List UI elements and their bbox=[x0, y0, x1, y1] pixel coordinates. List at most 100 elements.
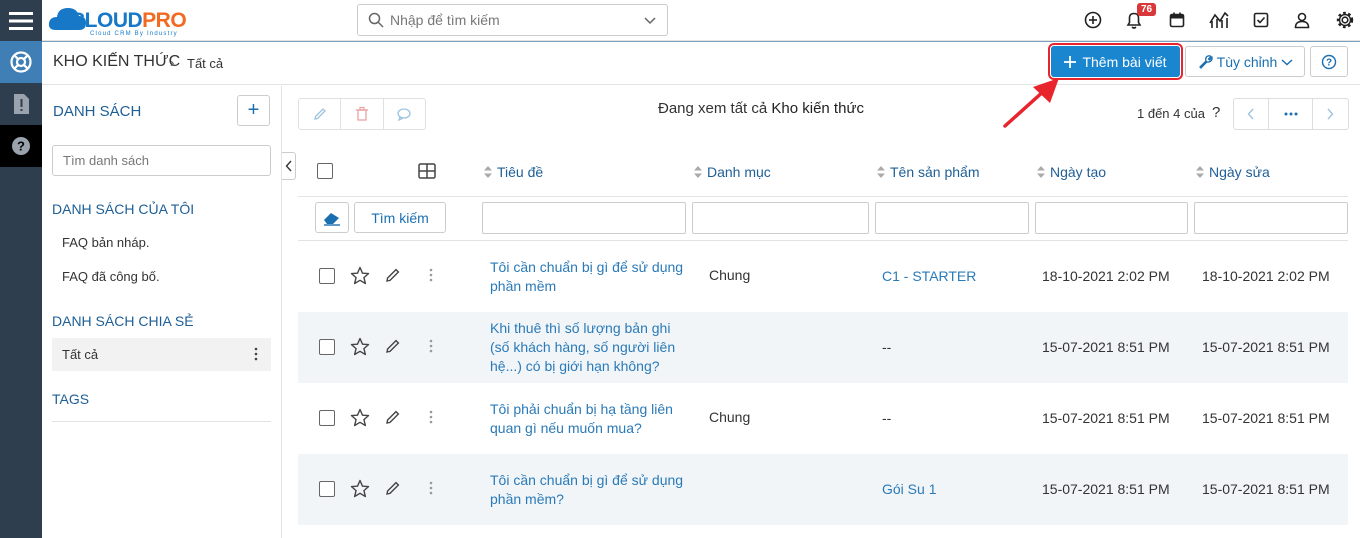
breadcrumb-separator: › bbox=[170, 55, 175, 70]
add-circle-icon[interactable] bbox=[1083, 10, 1103, 30]
global-search[interactable] bbox=[357, 4, 668, 36]
row-title-link[interactable]: Tôi cần chuẩn bị gì để sử dụng phần mềm? bbox=[490, 471, 683, 509]
report-chart-icon[interactable] bbox=[1208, 10, 1230, 30]
user-icon[interactable] bbox=[1292, 10, 1312, 30]
edit-button[interactable] bbox=[299, 99, 342, 129]
list-search-input[interactable] bbox=[52, 145, 271, 176]
table-row[interactable] bbox=[298, 454, 1348, 525]
pencil-icon bbox=[313, 108, 326, 120]
rail-documents[interactable] bbox=[0, 83, 42, 125]
column-header-created[interactable]: Ngày tạo bbox=[1037, 164, 1106, 180]
filter-modified-input[interactable] bbox=[1194, 202, 1348, 234]
comment-button[interactable] bbox=[384, 99, 425, 129]
question-circle-icon: ? bbox=[12, 137, 30, 155]
row-modified: 15-07-2021 8:51 PM bbox=[1202, 410, 1330, 426]
more-vertical-icon[interactable] bbox=[252, 346, 260, 362]
filter-created-input[interactable] bbox=[1035, 202, 1188, 234]
column-picker-icon[interactable] bbox=[418, 163, 436, 179]
edit-pencil-icon[interactable] bbox=[385, 480, 401, 496]
add-article-button[interactable]: Thêm bài viết bbox=[1048, 43, 1183, 80]
column-header-category[interactable]: Danh mục bbox=[694, 164, 771, 180]
row-checkbox[interactable] bbox=[319, 410, 335, 426]
table-row[interactable] bbox=[298, 241, 1348, 312]
rail-knowledge-base[interactable] bbox=[0, 41, 42, 83]
filter-search-button[interactable]: Tìm kiếm bbox=[354, 202, 446, 233]
clear-filter-button[interactable] bbox=[315, 202, 349, 233]
divider bbox=[52, 421, 271, 422]
total-count-button[interactable]: ? bbox=[1212, 104, 1220, 121]
table-row[interactable] bbox=[298, 383, 1348, 454]
list-item-draft-faq[interactable]: FAQ bản nháp. bbox=[62, 235, 149, 250]
row-more-icon[interactable] bbox=[428, 480, 434, 496]
row-checkbox[interactable] bbox=[319, 481, 335, 497]
add-list-button[interactable]: + bbox=[237, 95, 270, 126]
title-line: (số khách hàng, số người liên bbox=[490, 339, 676, 355]
row-title-link[interactable]: Tôi phải chuẩn bị hạ tầng liên quan gì nế… bbox=[490, 400, 673, 438]
shared-lists-title: DANH SÁCH CHIA SẺ bbox=[52, 313, 194, 329]
help-button[interactable]: ? bbox=[1310, 46, 1348, 77]
chevron-down-icon[interactable] bbox=[633, 15, 667, 25]
document-alert-icon bbox=[14, 94, 29, 114]
row-more-icon[interactable] bbox=[428, 409, 434, 425]
viewing-prefix: Đang xem tất cả bbox=[658, 100, 768, 117]
breadcrumb-module[interactable]: KHO KIẾN THỨC bbox=[53, 53, 180, 71]
column-label: Tên sản phẩm bbox=[890, 164, 980, 180]
star-icon[interactable] bbox=[350, 337, 370, 356]
column-header-title[interactable]: Tiêu đề bbox=[484, 164, 543, 180]
column-header-product[interactable]: Tên sản phẩm bbox=[877, 164, 980, 180]
edit-pencil-icon[interactable] bbox=[385, 409, 401, 425]
filter-title-input[interactable] bbox=[482, 202, 686, 234]
delete-button[interactable] bbox=[341, 99, 384, 129]
mass-action-toolbar bbox=[298, 98, 426, 130]
row-more-icon[interactable] bbox=[428, 338, 434, 354]
menu-icon[interactable] bbox=[0, 0, 42, 41]
row-product-link[interactable]: C1 - STARTER bbox=[882, 267, 976, 286]
sort-icon bbox=[1037, 166, 1045, 178]
star-icon[interactable] bbox=[350, 266, 370, 285]
row-more-icon[interactable] bbox=[428, 267, 434, 283]
title-line: Tôi cần chuẩn bị gì để sử dụng bbox=[490, 259, 684, 275]
row-modified: 15-07-2021 8:51 PM bbox=[1202, 481, 1330, 497]
page-menu-button[interactable] bbox=[1269, 99, 1313, 129]
search-input[interactable] bbox=[390, 6, 633, 34]
prev-page-button[interactable] bbox=[1234, 99, 1270, 129]
row-checkbox[interactable] bbox=[319, 339, 335, 355]
wrench-icon bbox=[1198, 54, 1213, 69]
title-line: Tôi phải chuẩn bị hạ tầng liên bbox=[490, 401, 673, 417]
edit-pencil-icon[interactable] bbox=[385, 267, 401, 283]
customize-button[interactable]: Tùy chỉnh bbox=[1185, 46, 1305, 77]
viewing-caption: Đang xem tất cả Kho kiến thức bbox=[658, 100, 864, 117]
row-modified: 18-10-2021 2:02 PM bbox=[1202, 268, 1330, 284]
annotation-arrow bbox=[1003, 78, 1059, 128]
task-check-icon[interactable] bbox=[1251, 10, 1271, 30]
table-row[interactable] bbox=[298, 312, 1348, 383]
star-icon[interactable] bbox=[350, 479, 370, 498]
filter-product-input[interactable] bbox=[875, 202, 1029, 234]
select-all-checkbox[interactable] bbox=[317, 163, 333, 179]
sort-icon bbox=[484, 166, 492, 178]
row-product: -- bbox=[882, 410, 892, 426]
row-created: 18-10-2021 2:02 PM bbox=[1042, 268, 1170, 284]
collapse-sidebar-button[interactable] bbox=[282, 152, 296, 180]
row-title-link[interactable]: Khi thuê thì số lượng bản ghi (số khách h… bbox=[490, 319, 675, 376]
row-title-link[interactable]: Tôi cần chuẩn bị gì để sử dụng phần mềm bbox=[490, 258, 683, 296]
chevron-down-icon bbox=[1281, 58, 1293, 65]
row-checkbox[interactable] bbox=[319, 268, 335, 284]
rail-faq[interactable]: ? bbox=[0, 125, 42, 167]
next-page-button[interactable] bbox=[1313, 99, 1348, 129]
row-product-link[interactable]: Gói Su 1 bbox=[882, 480, 936, 499]
column-label: Ngày tạo bbox=[1050, 164, 1107, 180]
column-label: Ngày sửa bbox=[1209, 164, 1270, 180]
star-icon[interactable] bbox=[350, 408, 370, 427]
edit-pencil-icon[interactable] bbox=[385, 338, 401, 354]
notification-badge: 76 bbox=[1137, 3, 1157, 16]
my-lists-title: DANH SÁCH CỦA TÔI bbox=[52, 201, 195, 217]
column-header-modified[interactable]: Ngày sửa bbox=[1196, 164, 1270, 180]
gear-icon[interactable] bbox=[1335, 10, 1355, 30]
eraser-icon bbox=[324, 212, 340, 226]
filter-category-input[interactable] bbox=[692, 202, 869, 234]
comment-icon bbox=[397, 108, 411, 122]
calendar-icon[interactable] bbox=[1167, 10, 1187, 30]
list-item-published-faq[interactable]: FAQ đã công bố. bbox=[62, 269, 160, 284]
chevron-left-icon bbox=[1247, 108, 1254, 120]
